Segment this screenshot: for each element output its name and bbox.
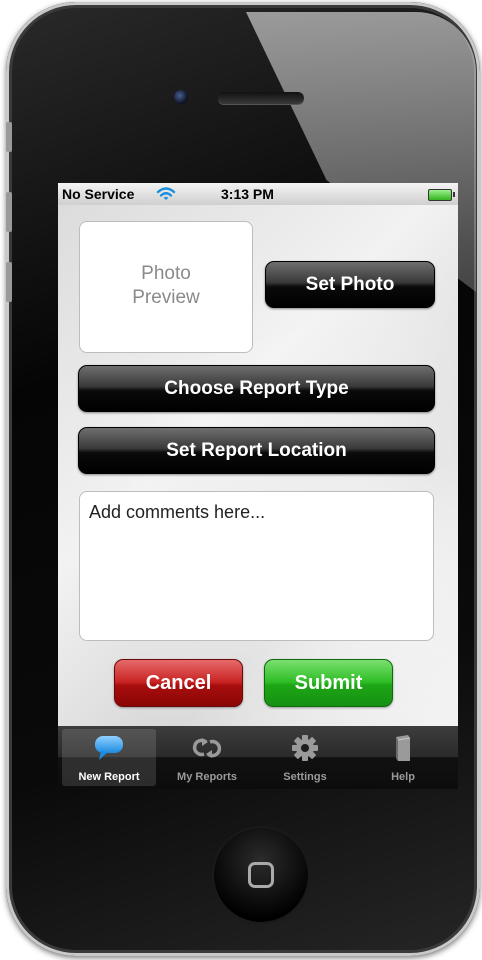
book-icon	[396, 735, 411, 761]
tab-help[interactable]: Help	[356, 729, 450, 786]
tab-label-settings: Settings	[283, 771, 327, 783]
choose-report-type-button[interactable]: Choose Report Type	[78, 365, 435, 412]
cancel-button[interactable]: Cancel	[114, 659, 243, 707]
status-bar: No Service 3:13 PM	[58, 183, 458, 205]
mute-switch	[6, 122, 12, 152]
tab-bar: New Report My Reports Settings Help	[58, 726, 458, 789]
tab-new-report[interactable]: New Report	[62, 729, 156, 786]
set-photo-button[interactable]: Set Photo	[265, 261, 435, 308]
photo-preview-label-line1: Photo	[141, 263, 191, 284]
speech-bubble-icon	[95, 736, 123, 760]
carrier-label: No Service	[62, 186, 135, 202]
front-camera	[174, 90, 188, 104]
volume-up-button	[6, 192, 12, 232]
tab-label-new-report: New Report	[78, 771, 140, 783]
photo-preview: Photo Preview	[79, 221, 253, 353]
refresh-icon	[192, 738, 222, 758]
wifi-icon	[156, 187, 176, 200]
set-report-location-button[interactable]: Set Report Location	[78, 427, 435, 474]
gear-icon	[292, 735, 318, 761]
photo-preview-label-line2: Preview	[132, 287, 200, 308]
new-report-form: Photo Preview Set Photo Choose Report Ty…	[58, 205, 458, 726]
comments-textarea[interactable]	[79, 491, 434, 641]
volume-down-button	[6, 262, 12, 302]
clock-label: 3:13 PM	[221, 186, 274, 202]
submit-button[interactable]: Submit	[264, 659, 393, 707]
earpiece-speaker	[218, 92, 304, 104]
app-screen: No Service 3:13 PM Photo Preview Set Pho…	[58, 183, 458, 789]
battery-icon	[428, 189, 455, 201]
tab-my-reports[interactable]: My Reports	[160, 729, 254, 786]
home-button-square-icon	[248, 862, 274, 888]
tab-label-my-reports: My Reports	[177, 771, 237, 783]
tab-settings[interactable]: Settings	[258, 729, 352, 786]
tab-label-help: Help	[391, 771, 415, 783]
